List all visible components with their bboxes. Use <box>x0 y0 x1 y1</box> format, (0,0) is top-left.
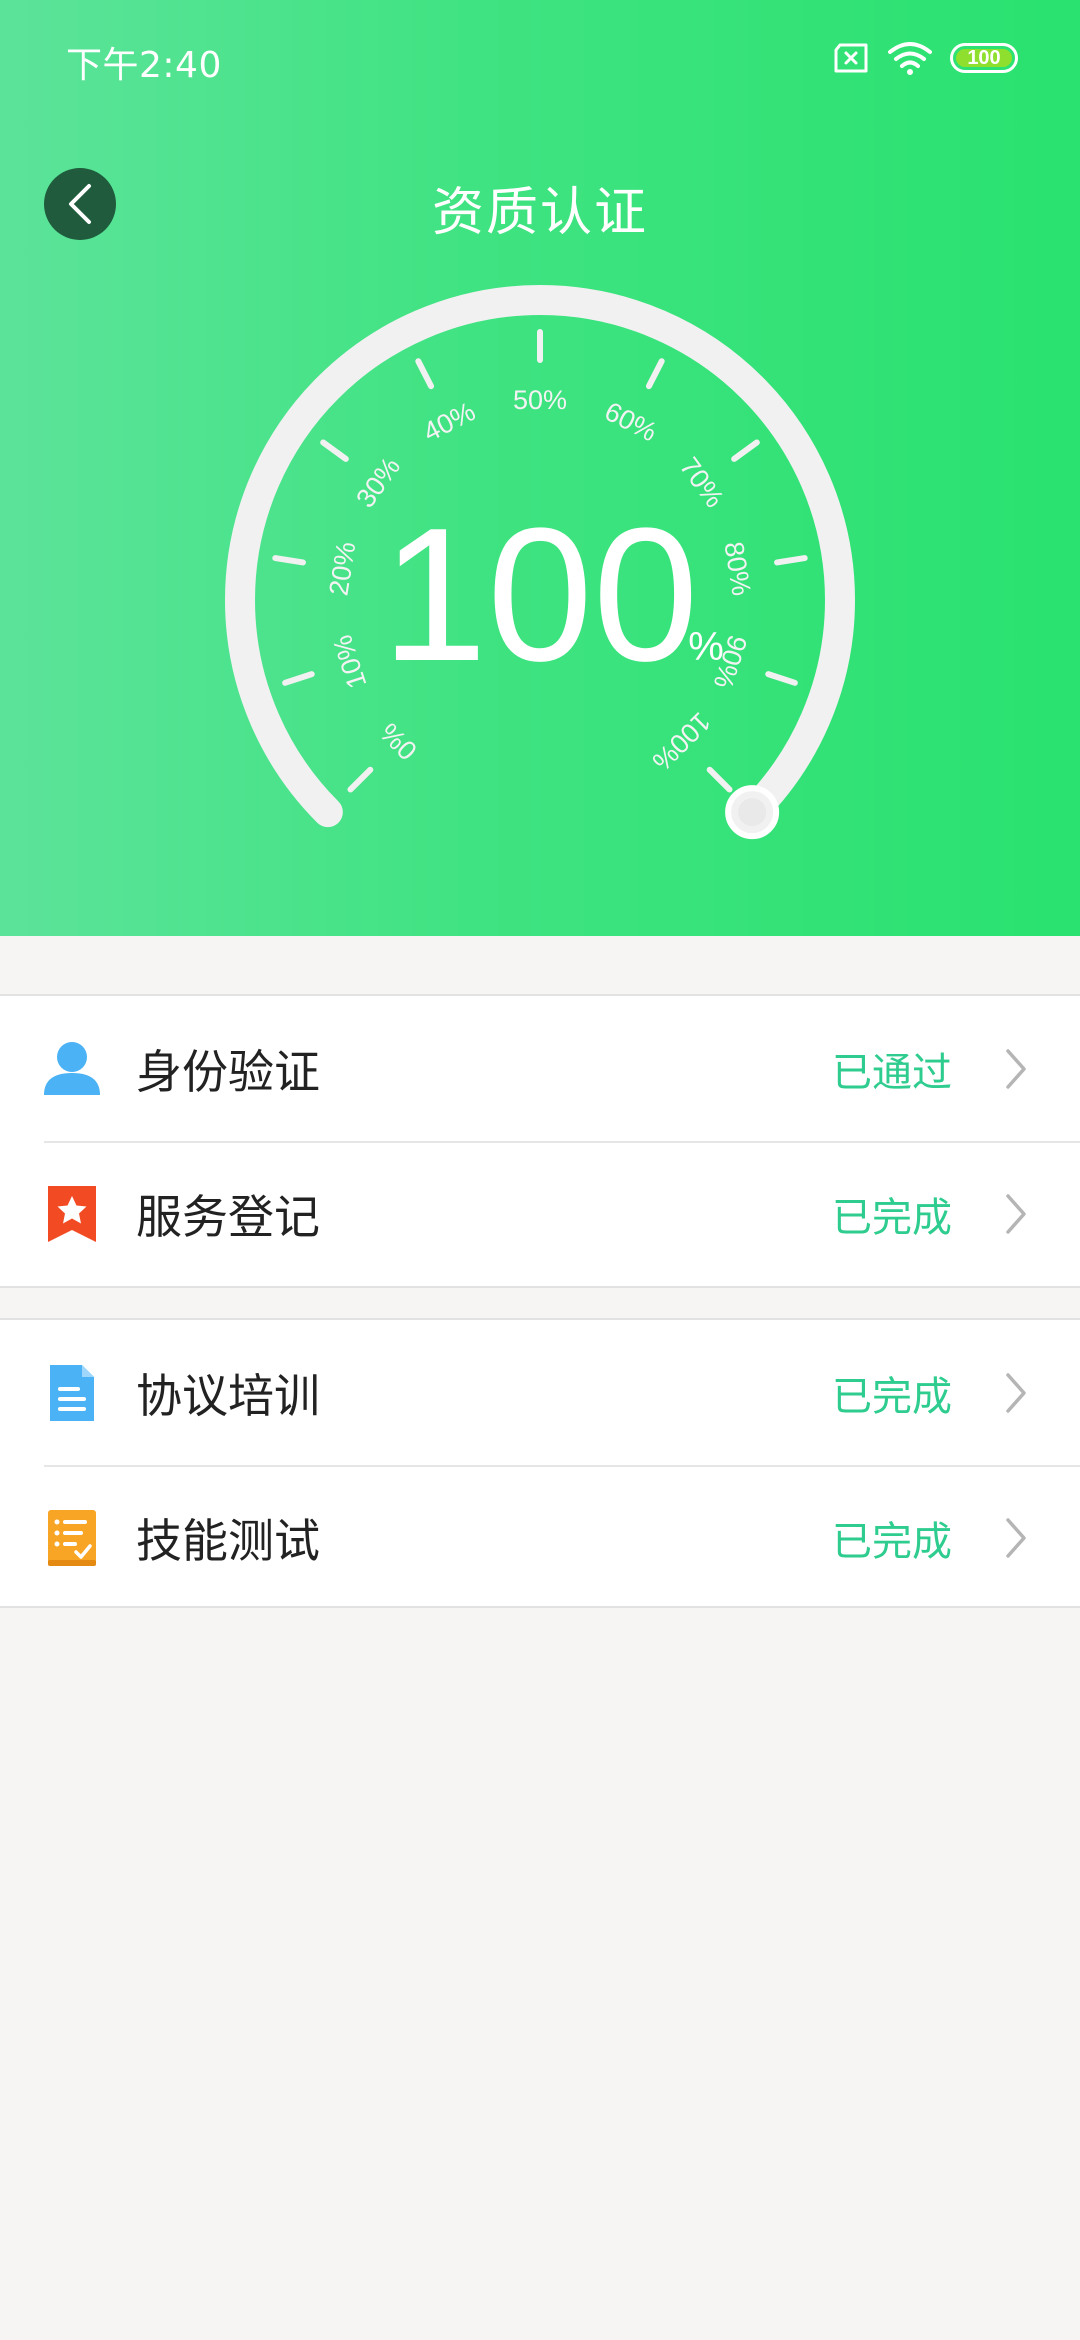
list-item-service[interactable]: 服务登记 已完成 <box>0 1141 1080 1286</box>
item-label: 协议培训 <box>136 1368 320 1423</box>
gauge-tick-label: 40% <box>418 396 480 447</box>
gauge-tick-label: 100% <box>646 706 716 776</box>
checklist-icon <box>48 1509 96 1566</box>
header: 下午2:40 100 资质认证 0% 10% 20% 30% 40% 50% 6… <box>0 0 1080 936</box>
gauge-tick-label: 60% <box>600 396 662 447</box>
gauge-tick-label: 10% <box>327 631 372 692</box>
gauge-tick <box>765 671 798 686</box>
chevron-right-icon <box>1006 1048 1026 1089</box>
item-label: 服务登记 <box>136 1189 320 1244</box>
person-icon <box>44 1041 100 1095</box>
item-status: 已完成 <box>832 1194 952 1241</box>
gauge-tick <box>272 555 306 566</box>
star-bookmark-icon <box>48 1185 96 1242</box>
list-group-2: 协议培训 已完成 技能测试 已完成 <box>0 1318 1080 1608</box>
item-status: 已完成 <box>832 1518 952 1565</box>
gauge-tick <box>731 439 760 462</box>
gauge-tick <box>415 358 435 390</box>
gauge-tick <box>282 671 315 686</box>
gauge-tick <box>320 439 349 462</box>
gauge-tick <box>774 555 808 566</box>
gauge-knob-center <box>738 798 767 827</box>
progress-gauge: 0%10%20%30%40% 50% 60%70%80%90%100% 100 % <box>225 285 855 840</box>
gauge-tick-label: 20% <box>323 540 361 598</box>
gauge-unit: % <box>688 625 724 669</box>
gauge-tick-label: 80% <box>718 540 756 598</box>
item-status: 已完成 <box>832 1373 952 1420</box>
gauge-value: 100 <box>381 489 698 701</box>
chevron-right-icon <box>1006 1372 1026 1413</box>
item-label: 技能测试 <box>136 1513 320 1568</box>
item-label: 身份验证 <box>136 1044 320 1099</box>
chevron-right-icon <box>1006 1193 1026 1234</box>
gauge-tick-label: 50% <box>513 385 567 415</box>
gauge-tick-label: 0% <box>374 717 423 766</box>
list-item-training[interactable]: 协议培训 已完成 <box>0 1320 1080 1465</box>
list-item-identity[interactable]: 身份验证 已通过 <box>0 996 1080 1141</box>
chevron-right-icon <box>1006 1517 1026 1558</box>
list-group-1: 身份验证 已通过 服务登记 已完成 <box>0 994 1080 1288</box>
item-status: 已通过 <box>832 1049 952 1096</box>
gauge-tick <box>706 766 733 793</box>
gauge-tick <box>645 358 665 390</box>
list-item-skill-test[interactable]: 技能测试 已完成 <box>0 1465 1080 1610</box>
document-icon <box>50 1364 94 1421</box>
gauge-tick <box>347 766 374 793</box>
